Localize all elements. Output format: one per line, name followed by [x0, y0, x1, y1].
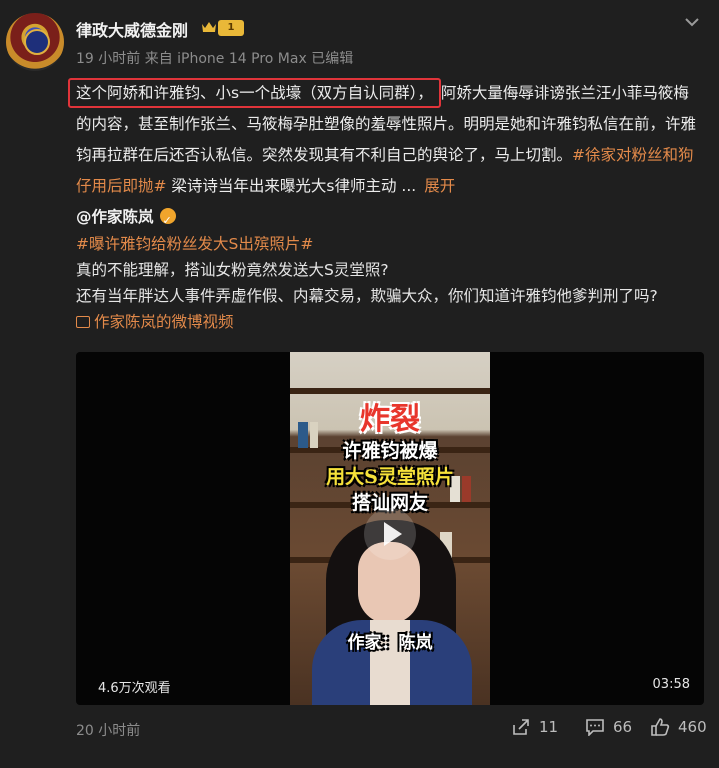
repost-time: 20 小时前: [76, 723, 141, 739]
user-avatar[interactable]: [6, 13, 64, 71]
overlay-line-2: 用大S灵堂照片: [326, 466, 454, 488]
verified-icon: [159, 207, 176, 235]
repost-author[interactable]: @作家陈岚: [76, 208, 154, 226]
comment-icon: [586, 719, 604, 737]
repost-line-2: 还有当年胖达人事件弄虚作假、内幕交易，欺骗大众，你们知道许雅钧他爹判刑了吗?: [76, 287, 658, 305]
comment-button[interactable]: 66: [585, 718, 633, 737]
view-count: 4.6万次观看: [98, 681, 171, 696]
overlay-line-1: 许雅钧被爆: [342, 440, 438, 462]
chevron-down-icon[interactable]: [682, 14, 702, 30]
share-button[interactable]: 11: [511, 718, 558, 736]
crown-icon: [202, 22, 216, 32]
repost-block: @作家陈岚 #曝许雅钧给粉丝发大S出殡照片# 真的不能理解，搭讪女粉竟然发送大S…: [76, 203, 704, 335]
post-meta: 19 小时前 来自 iPhone 14 Pro Max 已编辑: [76, 51, 354, 67]
post-text-tail: 梁诗诗当年出来曝光大s律师主动 ...: [166, 177, 417, 195]
overlay-author: 作家：陈岚: [347, 633, 433, 653]
play-icon[interactable]: [364, 508, 416, 560]
highlighted-text: 这个阿娇和许雅钧、小s一个战壕（双方自认同群），: [68, 78, 441, 108]
username[interactable]: 律政大威德金刚: [76, 17, 188, 41]
post-body: 这个阿娇和许雅钧、小s一个战壕（双方自认同群）， 阿娇大量侮辱诽谤张兰汪小菲马筱梅…: [68, 78, 704, 202]
video-player[interactable]: 炸裂 许雅钧被爆 用大S灵堂照片 搭讪网友 作家：陈岚 4.6万次观看 03:5…: [76, 352, 704, 705]
video-icon: [76, 316, 90, 328]
avatar-figure: [24, 29, 50, 55]
repost-hashtag[interactable]: #曝许雅钧给粉丝发大S出殡照片#: [76, 235, 313, 253]
thumbs-up-icon: [651, 718, 670, 736]
expand-link[interactable]: 展开: [424, 177, 455, 195]
overlay-title: 炸裂: [360, 402, 420, 437]
repost-line-1: 真的不能理解，搭讪女粉竟然发送大S灵堂照?: [76, 261, 389, 279]
share-count: 11: [539, 718, 559, 736]
share-icon: [513, 719, 529, 735]
vip-level-badge: 1: [218, 20, 244, 36]
like-count: 460: [678, 718, 707, 736]
video-duration: 03:58: [652, 677, 690, 692]
video-link[interactable]: 作家陈岚的微博视频: [94, 313, 234, 331]
comment-count: 66: [613, 718, 633, 736]
like-button[interactable]: 460: [650, 718, 707, 736]
